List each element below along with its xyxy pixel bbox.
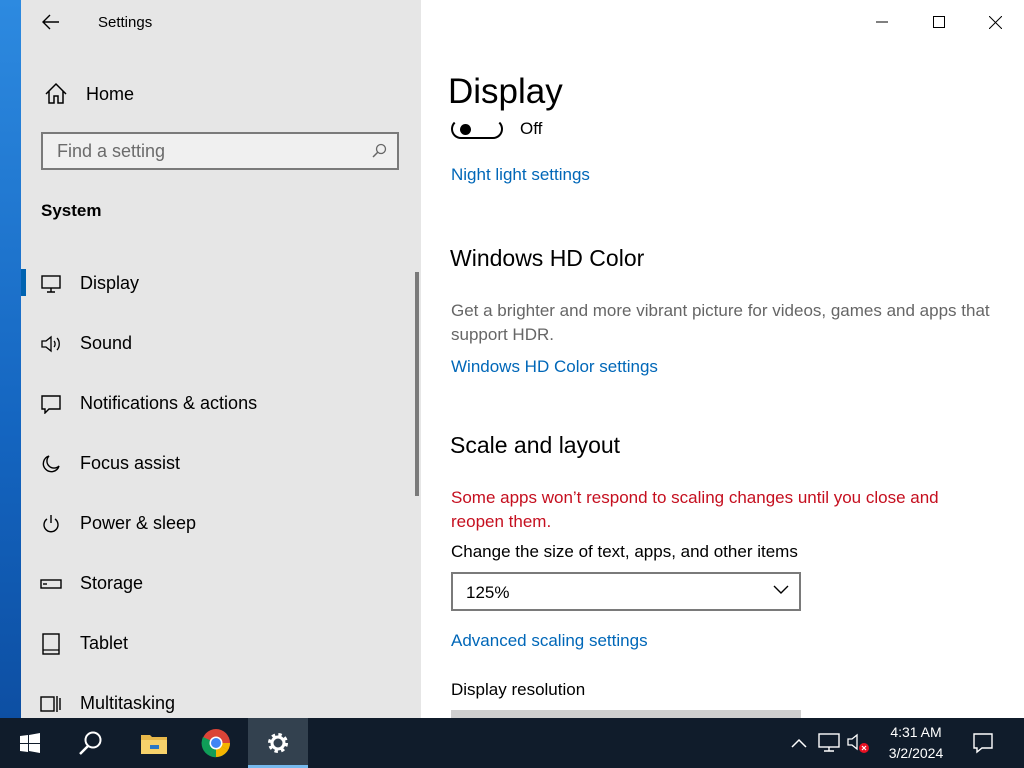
- sidebar-nav-list: Display Sound Notifications & actions Fo…: [21, 253, 417, 718]
- taskbar: 4:31 AM 3/2/2024: [0, 718, 1024, 768]
- show-hidden-icons-button[interactable]: [787, 731, 811, 755]
- desktop-background: [0, 0, 21, 718]
- chevron-down-icon: [773, 585, 789, 594]
- resolution-dropdown[interactable]: [451, 710, 801, 718]
- maximize-icon: [932, 16, 945, 28]
- night-light-toggle[interactable]: [451, 119, 503, 139]
- scale-dropdown[interactable]: 125%: [451, 572, 801, 611]
- close-icon: [989, 15, 1002, 29]
- taskbar-clock[interactable]: 4:31 AM 3/2/2024: [870, 722, 962, 764]
- content-pane: Display Off Night light settings Windows…: [421, 0, 1024, 718]
- sidebar-item-label: Tablet: [80, 632, 129, 653]
- taskbar-settings[interactable]: [248, 718, 308, 768]
- hd-color-description: Get a brighter and more vibrant picture …: [451, 301, 990, 344]
- sidebar-item-label: Focus assist: [80, 452, 181, 473]
- maximize-button[interactable]: [910, 0, 967, 44]
- start-icon: [20, 733, 40, 753]
- settings-window: Settings Home System Display: [21, 0, 1024, 718]
- search-box[interactable]: [41, 132, 399, 170]
- sidebar-item-display[interactable]: Display: [21, 253, 417, 313]
- network-button[interactable]: [817, 731, 841, 755]
- scale-layout-heading: Scale and layout: [450, 432, 621, 458]
- home-icon: [45, 82, 67, 104]
- action-center-button[interactable]: [971, 731, 995, 755]
- sidebar-item-label: Notifications & actions: [80, 392, 258, 413]
- moon-icon: [40, 453, 62, 475]
- sidebar-item-notifications[interactable]: Notifications & actions: [21, 373, 417, 433]
- volume-muted-icon: [847, 733, 869, 753]
- sidebar-item-sound[interactable]: Sound: [21, 313, 417, 373]
- sidebar: Settings Home System Display: [21, 0, 421, 718]
- taskbar-chrome[interactable]: [192, 718, 240, 768]
- app-title: Settings: [98, 14, 153, 31]
- hd-color-settings-link[interactable]: Windows HD Color settings: [451, 357, 658, 377]
- chevron-up-icon: [791, 738, 807, 748]
- sidebar-home-label: Home: [86, 83, 135, 104]
- storage-icon: [40, 573, 62, 595]
- minimize-button[interactable]: [853, 0, 910, 44]
- search-input[interactable]: [43, 134, 377, 168]
- tablet-icon: [40, 633, 62, 655]
- action-center-icon: [973, 733, 993, 754]
- back-arrow-icon: [42, 14, 59, 30]
- size-label: Change the size of text, apps, and other…: [451, 542, 798, 561]
- sidebar-item-power-sleep[interactable]: Power & sleep: [21, 493, 417, 553]
- volume-button[interactable]: [846, 731, 870, 755]
- close-button[interactable]: [967, 0, 1024, 44]
- sidebar-item-home[interactable]: Home: [39, 80, 399, 108]
- settings-icon: [268, 733, 288, 753]
- back-button[interactable]: [39, 10, 63, 34]
- sidebar-item-label: Storage: [80, 572, 144, 593]
- page-title: Display: [448, 72, 563, 111]
- night-light-settings-link[interactable]: Night light settings: [451, 165, 590, 185]
- sidebar-item-focus-assist[interactable]: Focus assist: [21, 433, 417, 493]
- network-icon: [818, 733, 840, 752]
- window-controls: [853, 0, 1024, 44]
- resolution-label: Display resolution: [451, 680, 586, 699]
- taskbar-search-button[interactable]: [67, 718, 115, 768]
- chrome-icon: [201, 729, 230, 758]
- sidebar-scrollbar[interactable]: [415, 272, 419, 496]
- sidebar-item-tablet[interactable]: Tablet: [21, 613, 417, 673]
- sidebar-item-label: Power & sleep: [80, 512, 197, 533]
- toggle-knob: [460, 124, 471, 135]
- night-light-toggle-state: Off: [520, 119, 543, 138]
- sidebar-item-label: Multitasking: [80, 692, 176, 713]
- power-icon: [40, 513, 62, 535]
- sidebar-item-label: Sound: [80, 332, 133, 353]
- sidebar-item-storage[interactable]: Storage: [21, 553, 417, 613]
- monitor-icon: [40, 273, 62, 295]
- clock-time: 4:31 AM: [890, 724, 942, 740]
- section-title: System: [41, 201, 102, 220]
- search-icon: [372, 143, 387, 158]
- search-icon: [79, 731, 102, 755]
- scale-dropdown-value: 125%: [466, 583, 510, 602]
- advanced-scaling-link[interactable]: Advanced scaling settings: [451, 631, 648, 651]
- hd-color-heading: Windows HD Color: [450, 245, 645, 271]
- scaling-warning: Some apps won’t respond to scaling chang…: [451, 488, 939, 531]
- file-explorer-icon: [141, 735, 167, 754]
- sidebar-item-multitasking[interactable]: Multitasking: [21, 673, 417, 718]
- taskbar-file-explorer[interactable]: [130, 718, 178, 768]
- speaker-icon: [40, 333, 62, 355]
- start-button[interactable]: [6, 718, 54, 768]
- clock-date: 3/2/2024: [888, 745, 944, 761]
- multitasking-icon: [40, 693, 62, 715]
- sidebar-item-label: Display: [80, 272, 140, 293]
- notification-icon: [40, 393, 62, 415]
- minimize-icon: [875, 21, 888, 23]
